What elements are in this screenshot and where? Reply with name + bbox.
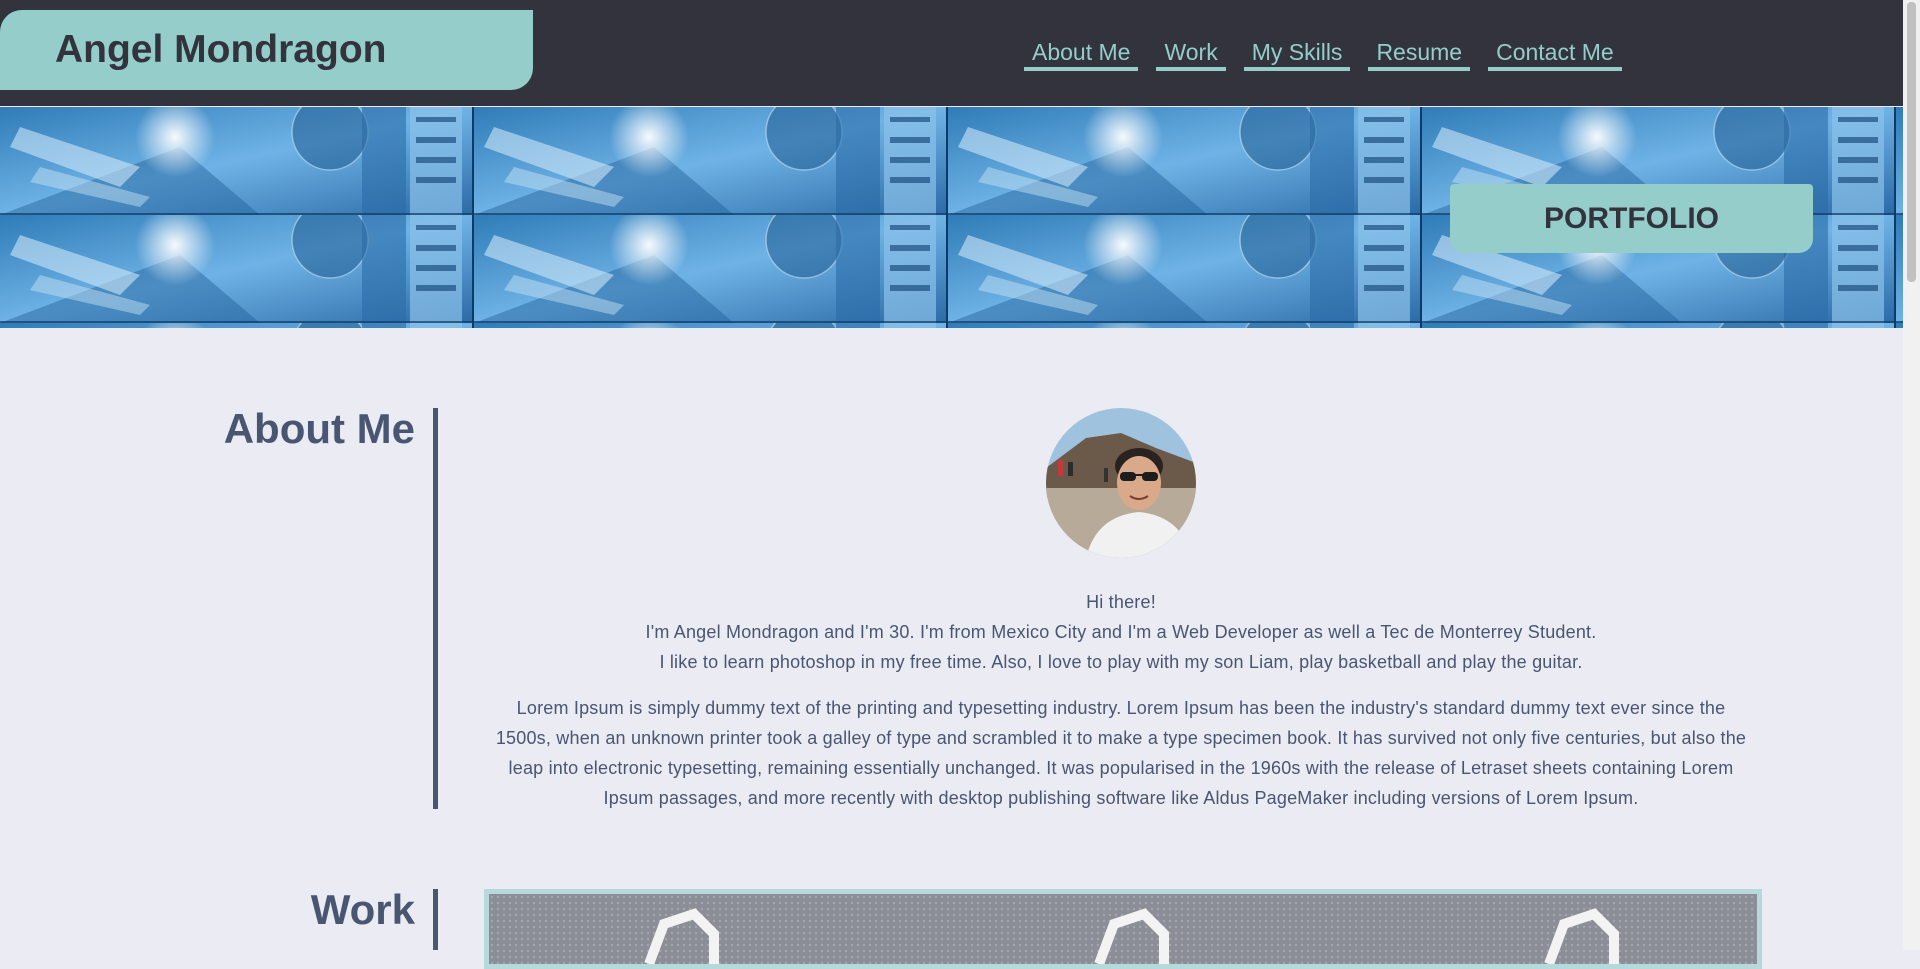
- brand-name: Angel Mondragon: [55, 28, 387, 71]
- work-section-title: Work: [310, 886, 415, 933]
- intro-line-2: I'm Angel Mondragon and I'm 30. I'm from…: [645, 622, 1597, 642]
- about-divider: [433, 408, 438, 809]
- work-divider: [433, 889, 438, 950]
- nav-resume[interactable]: Resume: [1368, 38, 1471, 71]
- profile-avatar: [1046, 408, 1196, 558]
- intro-line-3: I like to learn photoshop in my free tim…: [659, 652, 1583, 672]
- nav-contact-me[interactable]: Contact Me: [1488, 38, 1622, 71]
- nav-about-me[interactable]: About Me: [1024, 38, 1139, 71]
- page-scrollbar[interactable]: [1903, 0, 1920, 950]
- about-intro: Hi there! I'm Angel Mondragon and I'm 30…: [488, 587, 1754, 677]
- scrollbar-thumb[interactable]: [1907, 2, 1916, 282]
- brand-box: Angel Mondragon: [0, 10, 533, 90]
- intro-line-1: Hi there!: [1086, 592, 1156, 612]
- site-header: Angel Mondragon About Me Work My Skills …: [0, 0, 1903, 106]
- about-section-title: About Me: [223, 405, 415, 452]
- about-lorem-paragraph: Lorem Ipsum is simply dummy text of the …: [495, 698, 1747, 808]
- nav-my-skills[interactable]: My Skills: [1243, 38, 1351, 71]
- nav-work[interactable]: Work: [1156, 38, 1226, 71]
- main-nav: About Me Work My Skills Resume Contact M…: [1024, 38, 1622, 71]
- work-image-frame: [484, 889, 1762, 969]
- about-content: Hi there! I'm Angel Mondragon and I'm 30…: [488, 408, 1754, 813]
- portfolio-badge: PORTFOLIO: [1450, 184, 1813, 253]
- work-pattern-image: [489, 894, 1757, 964]
